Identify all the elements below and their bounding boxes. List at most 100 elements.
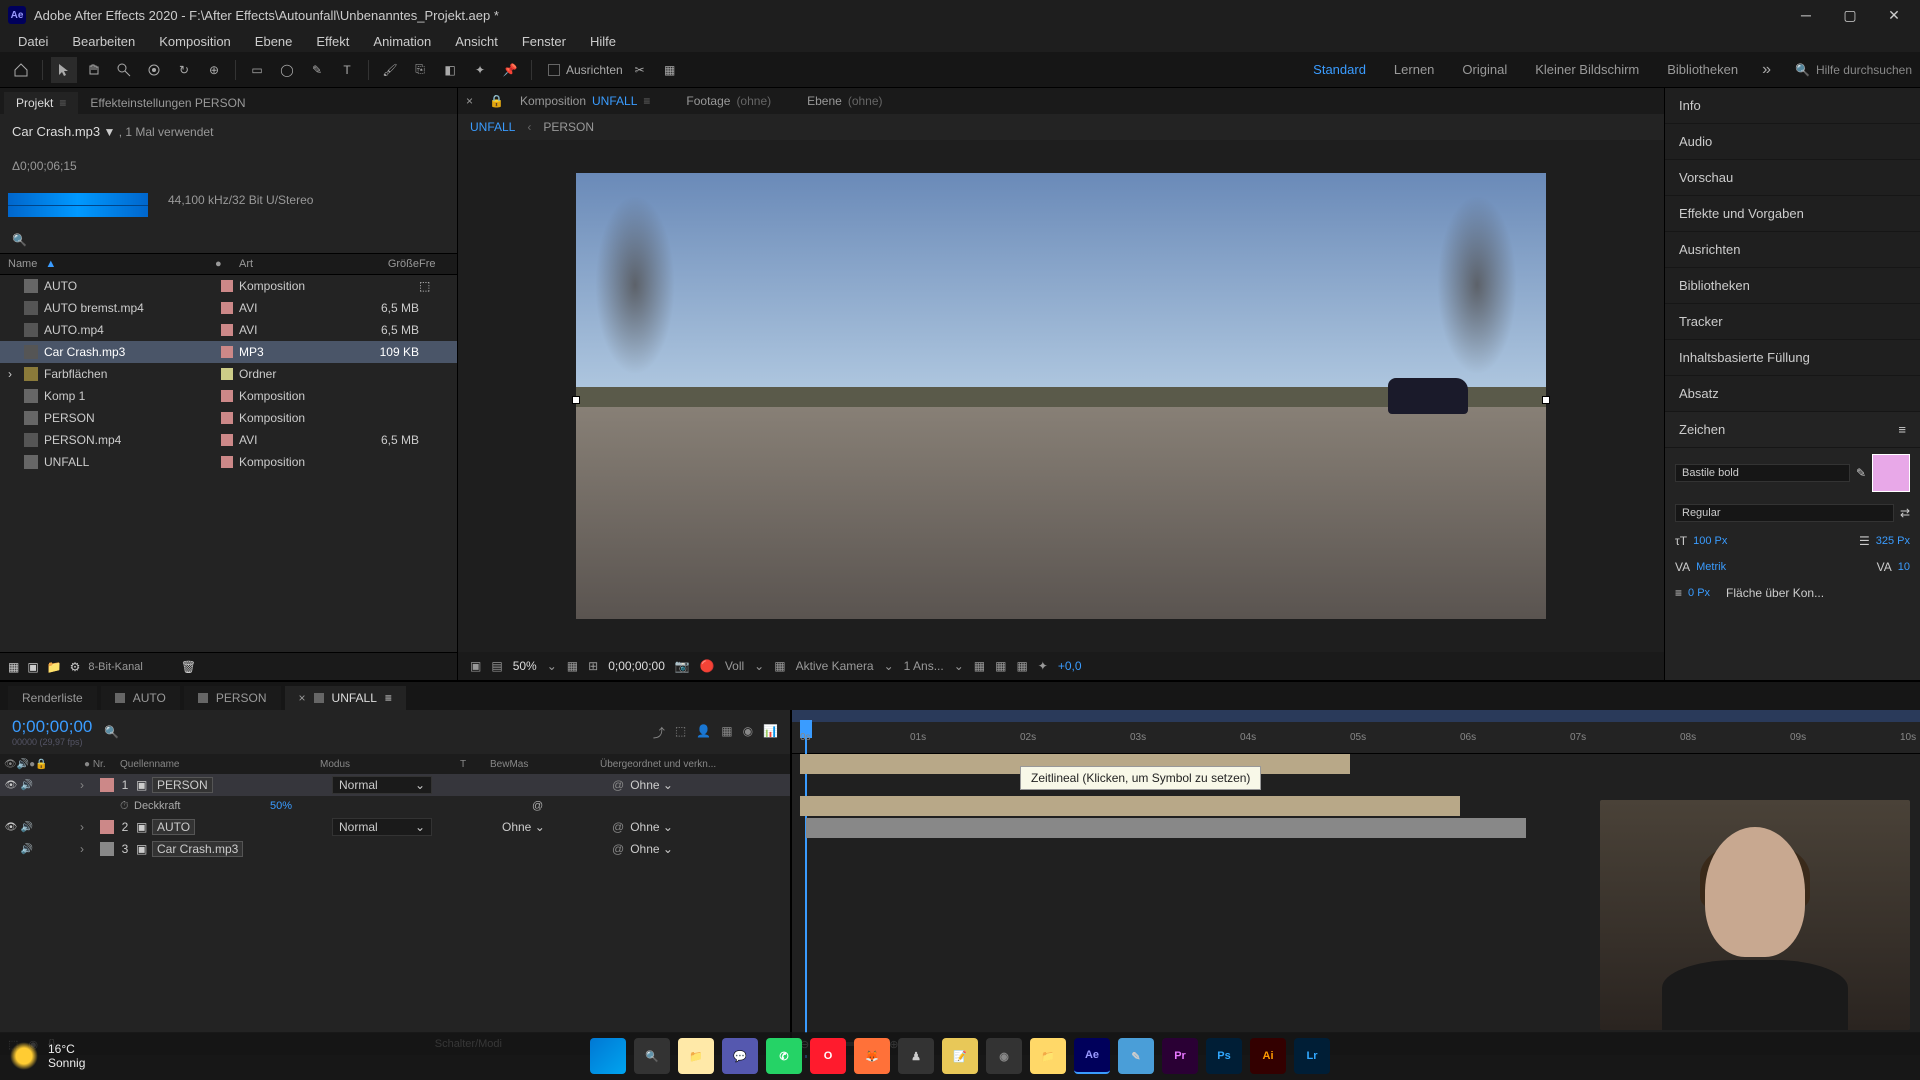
camera-icon[interactable]: 📷	[675, 659, 690, 673]
text-tool[interactable]: T	[334, 57, 360, 83]
rotate-tool[interactable]: ↻	[171, 57, 197, 83]
exposure-value[interactable]: +0,0	[1058, 659, 1082, 673]
orbit-tool[interactable]	[141, 57, 167, 83]
taskbar-opera[interactable]: O	[810, 1038, 846, 1074]
tab-projekt[interactable]: Projekt≡	[4, 92, 78, 114]
menu-effekt[interactable]: Effekt	[306, 32, 359, 51]
workspace-original[interactable]: Original	[1462, 62, 1507, 77]
taskbar-explorer[interactable]: 📁	[678, 1038, 714, 1074]
eraser-tool[interactable]: ◧	[437, 57, 463, 83]
leading-value[interactable]: 325 Px	[1876, 535, 1910, 547]
brush-tool[interactable]: 🖌	[377, 57, 403, 83]
graph-editor-icon[interactable]: 📊	[763, 724, 778, 741]
ellipse-tool[interactable]: ◯	[274, 57, 300, 83]
zoom-tool[interactable]	[111, 57, 137, 83]
comp-lock-icon[interactable]: 🔒	[489, 94, 504, 108]
transparency-icon[interactable]: ▦	[774, 659, 785, 673]
viewer[interactable]	[458, 140, 1664, 652]
minimize-button[interactable]: ─	[1796, 5, 1816, 25]
tracking-value[interactable]: 10	[1898, 561, 1910, 573]
zoom-value[interactable]: 50%	[513, 659, 537, 673]
panel-info[interactable]: Info	[1665, 88, 1920, 124]
footage-tab[interactable]: Footage (ohne)	[686, 94, 771, 108]
breadcrumb-unfall[interactable]: UNFALL	[470, 120, 515, 134]
fill-over-label[interactable]: Fläche über Kon...	[1726, 586, 1824, 600]
tab-auto[interactable]: AUTO	[101, 686, 180, 710]
color-icon[interactable]: 🔴	[700, 659, 715, 673]
taskbar-teams[interactable]: 💬	[722, 1038, 758, 1074]
project-item[interactable]: UNFALL Komposition	[0, 451, 457, 473]
shy-icon[interactable]: 👤	[696, 724, 711, 741]
panel-zeichen[interactable]: Zeichen≡	[1665, 412, 1920, 448]
font-family[interactable]: Bastile bold	[1675, 464, 1850, 482]
panel-audio[interactable]: Audio	[1665, 124, 1920, 160]
maximize-button[interactable]: ▢	[1840, 5, 1860, 25]
timeline-icon[interactable]: ▦	[1016, 659, 1027, 673]
kerning-value[interactable]: Metrik	[1696, 561, 1726, 573]
workspace-bibliotheken[interactable]: Bibliotheken	[1667, 62, 1738, 77]
track-auto[interactable]	[800, 796, 1460, 816]
draft3d-icon[interactable]: ⬚	[675, 724, 686, 741]
baseline-value[interactable]: 0 Px	[1688, 587, 1710, 599]
view-dropdown[interactable]: Aktive Kamera	[796, 659, 874, 673]
panel-tracker[interactable]: Tracker	[1665, 304, 1920, 340]
panel-bibliotheken[interactable]: Bibliotheken	[1665, 268, 1920, 304]
settings-icon[interactable]: ⚙	[70, 660, 81, 674]
swap-colors-icon[interactable]: ⇄	[1900, 506, 1910, 520]
trash-icon[interactable]: 🗑	[181, 660, 196, 674]
tab-renderliste[interactable]: Renderliste	[8, 686, 97, 710]
grid-icon[interactable]: ⊞	[588, 659, 598, 673]
menu-animation[interactable]: Animation	[363, 32, 441, 51]
snap-options-2[interactable]: ▦	[657, 57, 683, 83]
weather-widget[interactable]: 16°C Sonnig	[10, 1042, 85, 1070]
hand-tool[interactable]	[81, 57, 107, 83]
pixel-ar-icon[interactable]: ▦	[974, 659, 985, 673]
taskbar-whatsapp[interactable]: ✆	[766, 1038, 802, 1074]
taskbar-firefox[interactable]: 🦊	[854, 1038, 890, 1074]
roto-tool[interactable]: ✦	[467, 57, 493, 83]
clone-tool[interactable]: ⎘	[407, 57, 433, 83]
flowchart-icon[interactable]: ✦	[1038, 659, 1048, 673]
taskbar-ae[interactable]: Ae	[1074, 1038, 1110, 1074]
puppet-tool[interactable]: 📌	[497, 57, 523, 83]
pen-tool[interactable]: ✎	[304, 57, 330, 83]
project-item[interactable]: AUTO.mp4 AVI 6,5 MB	[0, 319, 457, 341]
taskbar-search[interactable]: 🔍	[634, 1038, 670, 1074]
taskbar-app1[interactable]: ♟	[898, 1038, 934, 1074]
timeline-search-icon[interactable]: 🔍	[104, 725, 119, 739]
project-item[interactable]: PERSON.mp4 AVI 6,5 MB	[0, 429, 457, 451]
taskbar-folder[interactable]: 📁	[1030, 1038, 1066, 1074]
project-item[interactable]: Komp 1 Komposition	[0, 385, 457, 407]
taskbar-start[interactable]	[590, 1038, 626, 1074]
taskbar-ai[interactable]: Ai	[1250, 1038, 1286, 1074]
comp-tab[interactable]: Komposition UNFALL ≡	[520, 94, 650, 108]
menu-hilfe[interactable]: Hilfe	[580, 32, 626, 51]
workspace-klein[interactable]: Kleiner Bildschirm	[1535, 62, 1639, 77]
layer-row[interactable]: 🔊 › 3 ▣Car Crash.mp3 @Ohne ⌄	[0, 838, 790, 860]
new-folder-icon[interactable]: 📁	[47, 660, 62, 674]
tab-effekteinstellungen[interactable]: Effekteinstellungen PERSON	[78, 92, 257, 114]
time-ruler[interactable]: 0s01s02s03s04s05s06s07s08s09s10s	[792, 710, 1920, 754]
taskbar-app2[interactable]: 📝	[942, 1038, 978, 1074]
font-size[interactable]: 100 Px	[1693, 535, 1727, 547]
new-comp-icon[interactable]: ▣	[27, 660, 38, 674]
taskbar-ps[interactable]: Ps	[1206, 1038, 1242, 1074]
property-row[interactable]: ⏱Deckkraft50%@	[0, 796, 790, 816]
menu-komposition[interactable]: Komposition	[149, 32, 241, 51]
project-item[interactable]: PERSON Komposition	[0, 407, 457, 429]
bit-depth[interactable]: 8-Bit-Kanal	[88, 661, 142, 673]
res-icon[interactable]: ▦	[567, 659, 578, 673]
always-preview-icon[interactable]: ▣	[470, 659, 481, 673]
comp-close[interactable]: ×	[466, 94, 473, 108]
comp-timecode[interactable]: 0;00;00;00	[608, 659, 665, 673]
zoom-dropdown[interactable]: ⌄	[547, 659, 557, 673]
track-crash[interactable]	[806, 818, 1526, 838]
breadcrumb-person[interactable]: PERSON	[543, 120, 594, 134]
taskbar-lr[interactable]: Lr	[1294, 1038, 1330, 1074]
motion-blur-icon[interactable]: ◉	[743, 724, 753, 741]
layer-tab[interactable]: Ebene (ohne)	[807, 94, 882, 108]
home-tool[interactable]	[8, 57, 34, 83]
font-style[interactable]: Regular	[1675, 504, 1894, 522]
menu-bearbeiten[interactable]: Bearbeiten	[62, 32, 145, 51]
interpret-icon[interactable]: ▦	[8, 660, 19, 674]
